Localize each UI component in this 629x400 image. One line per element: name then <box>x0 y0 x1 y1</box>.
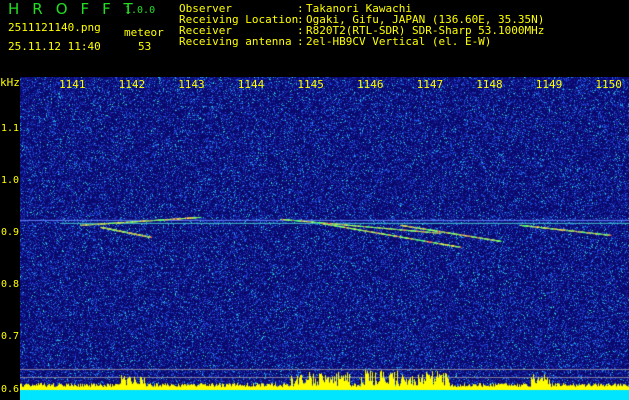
app-version: 1.0.0 <box>125 5 156 16</box>
info-value: 2el-HB9CV Vertical (el. E-W) <box>306 35 492 48</box>
y-tick-label: 0.8 <box>1 279 20 291</box>
x-tick-label: 1144 <box>237 78 265 91</box>
x-tick-label: 1142 <box>118 78 146 91</box>
x-tick-label: 1141 <box>59 78 86 91</box>
meteor-count: 53 <box>138 40 152 53</box>
y-tick-label: 0.9 <box>1 227 20 239</box>
info-colon: : <box>297 35 304 48</box>
meteor-label: meteor <box>124 26 164 39</box>
x-tick-label: 1145 <box>297 78 324 91</box>
x-tick-label: 1148 <box>476 78 503 91</box>
y-tick-label: 0.7 <box>1 331 20 343</box>
file-name: 2511121140.png <box>8 21 101 34</box>
y-tick-label: 1.1 <box>1 123 20 135</box>
x-tick-label: 1147 <box>416 78 444 91</box>
x-tick-label: 1143 <box>178 78 205 91</box>
y-axis-unit: kHz <box>0 76 20 89</box>
info-label: Receiving antenna <box>179 35 292 48</box>
x-tick-label: 1146 <box>357 78 384 91</box>
x-tick-label: 1149 <box>535 78 563 91</box>
waterfall-spectrogram <box>20 77 629 400</box>
y-tick-label: 0.6 <box>1 383 20 395</box>
y-tick-label: 1.0 <box>1 175 20 187</box>
x-tick-label: 1150 <box>595 78 622 91</box>
date-time: 25.11.12 11:40 <box>8 40 101 53</box>
